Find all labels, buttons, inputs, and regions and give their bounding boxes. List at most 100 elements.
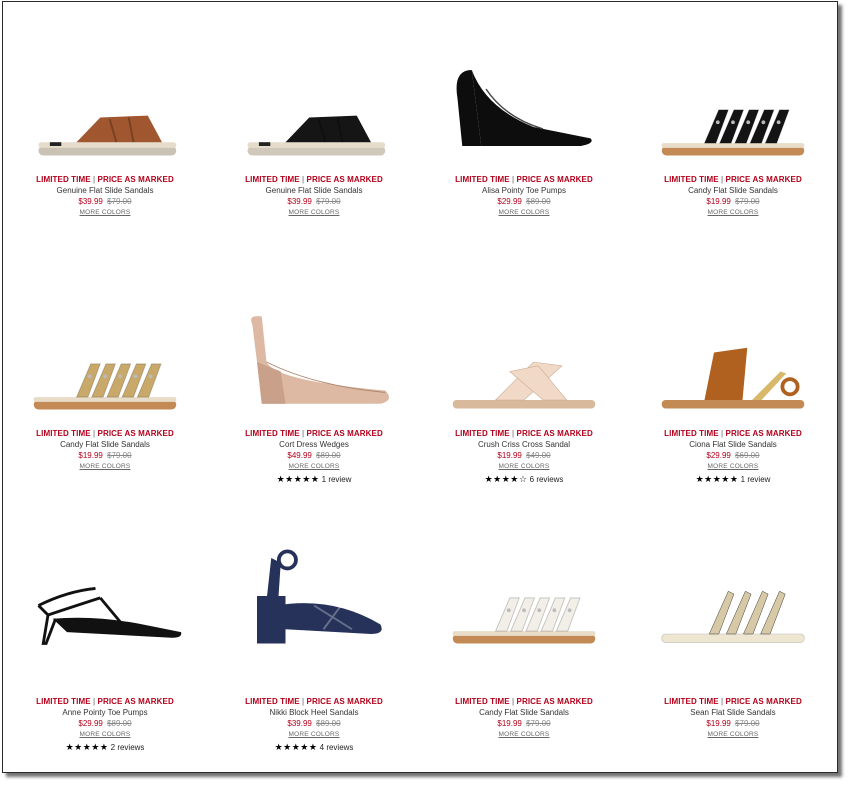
promo-label: LIMITED TIME | PRICE AS MARKED <box>664 175 802 184</box>
price: $19.99 $49.00 <box>424 450 624 461</box>
product-image[interactable] <box>638 48 828 168</box>
product-name[interactable]: Alisa Pointy Toe Pumps <box>424 185 624 196</box>
product-image[interactable] <box>219 302 409 422</box>
product-name[interactable]: Genuine Flat Slide Sandals <box>5 185 205 196</box>
sale-price: $19.99 <box>706 197 731 206</box>
product-image[interactable] <box>638 302 828 422</box>
product-name[interactable]: Crush Criss Cross Sandal <box>424 439 624 450</box>
more-colors-link[interactable]: MORE COLORS <box>214 729 414 741</box>
promo-label: LIMITED TIME | PRICE AS MARKED <box>664 697 802 706</box>
promo-label: LIMITED TIME | PRICE AS MARKED <box>36 429 174 438</box>
product-name[interactable]: Cort Dress Wedges <box>214 439 414 450</box>
review-count: 1 review <box>321 475 352 484</box>
original-price: $79.00 <box>735 197 760 206</box>
product-image[interactable] <box>638 536 828 656</box>
more-colors-link[interactable]: MORE COLORS <box>5 461 205 473</box>
review-count: 2 reviews <box>110 743 145 752</box>
promo-label: LIMITED TIME | PRICE AS MARKED <box>664 429 802 438</box>
original-price: $79.00 <box>316 197 341 206</box>
product-image[interactable] <box>219 536 409 656</box>
more-colors-link[interactable]: MORE COLORS <box>214 461 414 473</box>
star-rating-icon: ★★★★☆ <box>484 474 528 484</box>
more-colors-link[interactable]: MORE COLORS <box>5 729 205 741</box>
sale-price: $39.99 <box>287 197 312 206</box>
product-image[interactable] <box>429 302 619 422</box>
rating[interactable]: ★★★★★ 1 review <box>214 473 414 486</box>
promo-label: LIMITED TIME | PRICE AS MARKED <box>455 175 593 184</box>
price: $29.99 $69.00 <box>633 450 833 461</box>
product-name[interactable]: Genuine Flat Slide Sandals <box>214 185 414 196</box>
review-count: 1 review <box>740 475 771 484</box>
promo-label: LIMITED TIME | PRICE AS MARKED <box>245 429 383 438</box>
product-name[interactable]: Ciona Flat Slide Sandals <box>633 439 833 450</box>
rating[interactable]: ★★★★★ 1 review <box>633 473 833 486</box>
product-card[interactable]: LIMITED TIME | PRICE AS MARKED Nikki Blo… <box>214 536 414 752</box>
product-name[interactable]: Nikki Block Heel Sandals <box>214 707 414 718</box>
sale-price: $19.99 <box>706 719 731 728</box>
original-price: $69.00 <box>735 451 760 460</box>
product-card[interactable]: LIMITED TIME | PRICE AS MARKED Anne Poin… <box>5 536 205 752</box>
product-card[interactable]: LIMITED TIME | PRICE AS MARKED Ciona Fla… <box>633 302 833 484</box>
star-rating-icon: ★★★★★ <box>65 742 109 752</box>
product-image[interactable] <box>429 536 619 656</box>
product-card[interactable]: LIMITED TIME | PRICE AS MARKED Sean Flat… <box>633 536 833 738</box>
original-price: $89.00 <box>316 451 341 460</box>
star-rating-icon: ★★★★★ <box>695 474 739 484</box>
sale-price: $29.99 <box>706 451 731 460</box>
rating[interactable]: ★★★★★ 2 reviews <box>5 741 205 754</box>
sale-price: $39.99 <box>287 719 312 728</box>
sale-price: $19.99 <box>497 451 522 460</box>
promo-label: LIMITED TIME | PRICE AS MARKED <box>455 697 593 706</box>
product-card[interactable]: LIMITED TIME | PRICE AS MARKED Genuine F… <box>214 48 414 216</box>
more-colors-link[interactable]: MORE COLORS <box>214 207 414 219</box>
product-name[interactable]: Anne Pointy Toe Pumps <box>5 707 205 718</box>
price: $29.99 $89.00 <box>5 718 205 729</box>
product-card[interactable]: LIMITED TIME | PRICE AS MARKED Candy Fla… <box>424 536 624 738</box>
original-price: $79.00 <box>107 451 132 460</box>
more-colors-link[interactable]: MORE COLORS <box>424 729 624 741</box>
more-colors-link[interactable]: MORE COLORS <box>633 729 833 741</box>
original-price: $89.00 <box>526 197 551 206</box>
rating[interactable]: ★★★★★ 4 reviews <box>214 741 414 754</box>
product-name[interactable]: Sean Flat Slide Sandals <box>633 707 833 718</box>
price: $39.99 $89.00 <box>214 718 414 729</box>
product-card[interactable]: LIMITED TIME | PRICE AS MARKED Candy Fla… <box>5 302 205 470</box>
more-colors-link[interactable]: MORE COLORS <box>424 461 624 473</box>
more-colors-link[interactable]: MORE COLORS <box>424 207 624 219</box>
product-name[interactable]: Candy Flat Slide Sandals <box>424 707 624 718</box>
more-colors-link[interactable]: MORE COLORS <box>5 207 205 219</box>
promo-label: LIMITED TIME | PRICE AS MARKED <box>36 175 174 184</box>
product-image[interactable] <box>10 48 200 168</box>
price: $39.99 $79.00 <box>5 196 205 207</box>
original-price: $79.00 <box>526 719 551 728</box>
promo-label: LIMITED TIME | PRICE AS MARKED <box>455 429 593 438</box>
product-card[interactable]: LIMITED TIME | PRICE AS MARKED Crush Cri… <box>424 302 624 484</box>
product-name[interactable]: Candy Flat Slide Sandals <box>5 439 205 450</box>
product-image[interactable] <box>219 48 409 168</box>
sale-price: $29.99 <box>78 719 103 728</box>
rating[interactable]: ★★★★☆ 6 reviews <box>424 473 624 486</box>
sale-price: $49.99 <box>287 451 312 460</box>
price: $19.99 $79.00 <box>633 196 833 207</box>
product-card[interactable]: LIMITED TIME | PRICE AS MARKED Cort Dres… <box>214 302 414 484</box>
sale-price: $19.99 <box>497 719 522 728</box>
promo-label: LIMITED TIME | PRICE AS MARKED <box>245 697 383 706</box>
product-card[interactable]: LIMITED TIME | PRICE AS MARKED Genuine F… <box>5 48 205 216</box>
product-image[interactable] <box>10 536 200 656</box>
price: $19.99 $79.00 <box>633 718 833 729</box>
original-price: $89.00 <box>107 719 132 728</box>
product-name[interactable]: Candy Flat Slide Sandals <box>633 185 833 196</box>
original-price: $89.00 <box>316 719 341 728</box>
review-count: 4 reviews <box>319 743 354 752</box>
price: $39.99 $79.00 <box>214 196 414 207</box>
price: $29.99 $89.00 <box>424 196 624 207</box>
price: $19.99 $79.00 <box>5 450 205 461</box>
original-price: $79.00 <box>107 197 132 206</box>
product-image[interactable] <box>429 48 619 168</box>
product-card[interactable]: LIMITED TIME | PRICE AS MARKED Candy Fla… <box>633 48 833 216</box>
sale-price: $19.99 <box>78 451 103 460</box>
more-colors-link[interactable]: MORE COLORS <box>633 207 833 219</box>
product-image[interactable] <box>10 302 200 422</box>
more-colors-link[interactable]: MORE COLORS <box>633 461 833 473</box>
product-card[interactable]: LIMITED TIME | PRICE AS MARKED Alisa Poi… <box>424 48 624 216</box>
